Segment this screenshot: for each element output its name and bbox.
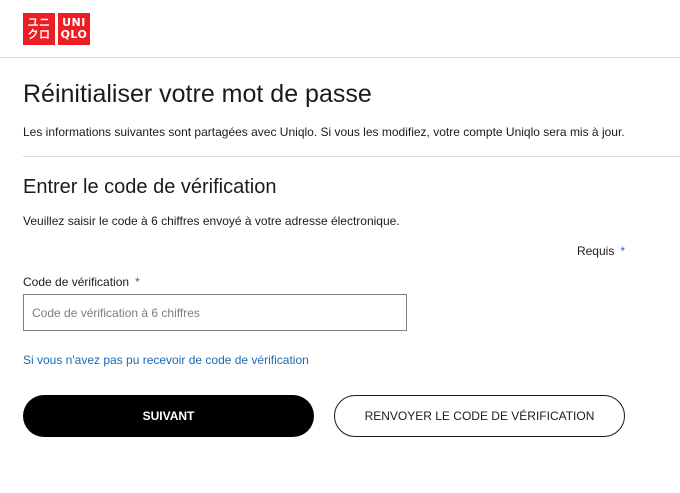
code-field-label: Code de vérification * — [23, 275, 140, 289]
verification-code-input[interactable] — [23, 294, 407, 331]
section-divider — [23, 156, 680, 157]
logo-katakana-line2: クロ — [27, 28, 51, 41]
logo-katakana-box: ユニ クロ — [23, 13, 55, 45]
code-label-text: Code de vérification — [23, 275, 130, 289]
page-title: Réinitialiser votre mot de passe — [23, 80, 372, 108]
next-button[interactable]: SUIVANT — [23, 395, 314, 437]
no-code-received-link[interactable]: Si vous n'avez pas pu recevoir de code d… — [23, 353, 309, 367]
logo-latin-box: UNI QLO — [58, 13, 90, 45]
required-note: Requis * — [577, 244, 625, 258]
required-label: Requis — [576, 244, 615, 258]
uniqlo-logo[interactable]: ユニ クロ UNI QLO — [23, 13, 90, 45]
resend-code-button[interactable]: RENVOYER LE CODE DE VÉRIFICATION — [334, 395, 625, 437]
logo-latin-line2: QLO — [60, 28, 88, 41]
section-title: Entrer le code de vérification — [23, 176, 277, 198]
instruction-text: Veuillez saisir le code à 6 chiffres env… — [23, 214, 400, 228]
code-required-asterisk: * — [135, 275, 140, 289]
required-asterisk: * — [620, 244, 625, 258]
info-text: Les informations suivantes sont partagée… — [23, 125, 625, 139]
site-header: ユニ クロ UNI QLO — [0, 0, 680, 58]
